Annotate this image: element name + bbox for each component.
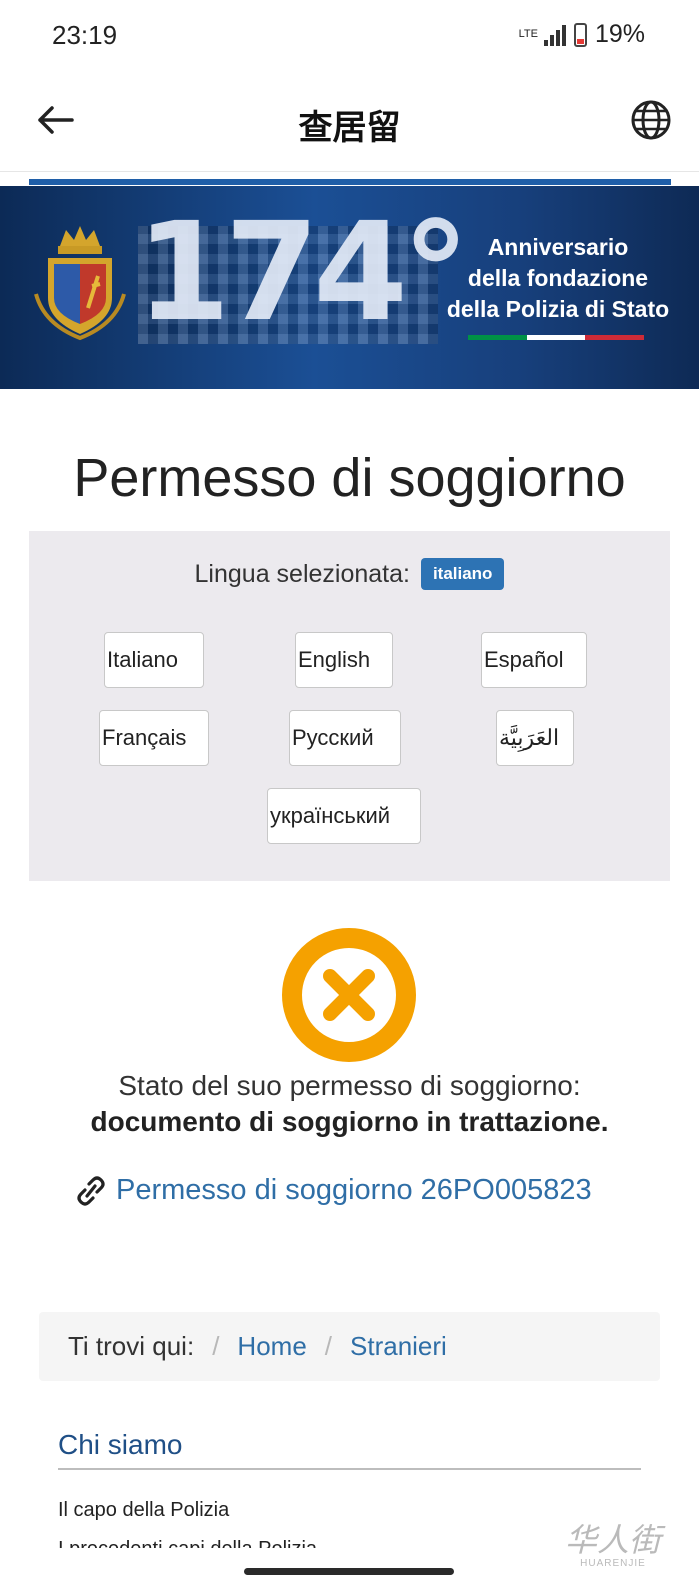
italian-flag-stripe xyxy=(468,335,645,340)
banner-line: Anniversario xyxy=(487,234,629,260)
page-title: Permesso di soggiorno xyxy=(73,448,626,508)
globe-icon[interactable] xyxy=(629,98,673,142)
banner-line: della Polizia di Stato xyxy=(446,296,670,322)
menu-item-capo-polizia[interactable]: Il capo della Polizia xyxy=(58,1499,229,1522)
home-indicator[interactable] xyxy=(244,1568,454,1575)
selected-language-label: Lingua selezionata: xyxy=(194,560,410,588)
breadcrumb-label: Ti trovi qui: xyxy=(68,1331,195,1361)
section-title-chi-siamo: Chi siamo xyxy=(58,1429,183,1460)
flag-white xyxy=(526,335,586,340)
error-x-icon xyxy=(282,928,416,1062)
status-bar: 23:19 LTE 19% xyxy=(0,0,699,70)
header-strip xyxy=(29,179,671,185)
banner-caption: Anniversario della fondazione della Poli… xyxy=(436,232,680,325)
flag-green xyxy=(468,335,527,340)
language-button-ukrainian[interactable]: український xyxy=(267,788,421,844)
language-button-francais[interactable]: Français xyxy=(99,710,209,766)
watermark-en: HUARENJIE xyxy=(580,1558,646,1569)
selected-language-badge: italiano xyxy=(420,558,505,590)
banner-line: della fondazione xyxy=(467,265,649,291)
menu-item-precedenti-capi[interactable]: I precedenti capi della Polizia xyxy=(58,1538,317,1548)
permit-link-text[interactable]: Permesso di soggiorno 26PO005823 xyxy=(116,1174,592,1207)
link-icon xyxy=(77,1175,105,1206)
language-button-arabic[interactable]: العَرَبِيَّة xyxy=(496,710,574,766)
breadcrumb-separator: / xyxy=(212,1331,220,1361)
breadcrumb-separator: / xyxy=(324,1331,333,1361)
breadcrumb: Ti trovi qui: / Home / Stranieri xyxy=(39,1312,660,1381)
watermark: 华人街 HUARENJIE xyxy=(548,1522,678,1569)
anniversary-number: 174° xyxy=(136,194,470,352)
status-time: 23:19 xyxy=(52,20,118,50)
language-button-english[interactable]: English xyxy=(295,632,393,688)
anniversary-banner: 174° Anniversario della fondazione della… xyxy=(0,186,699,389)
network-type: LTE xyxy=(518,28,538,40)
language-button-russian[interactable]: Русский xyxy=(289,710,401,766)
police-crest-icon xyxy=(34,226,126,341)
section-divider xyxy=(58,1468,641,1470)
breadcrumb-home[interactable]: Home xyxy=(237,1331,306,1362)
flag-red xyxy=(585,335,645,340)
app-title: 查居留 xyxy=(298,109,401,147)
language-button-espanol[interactable]: Español xyxy=(481,632,587,688)
permit-status-value: documento di soggiorno in trattazione. xyxy=(90,1106,609,1137)
watermark-cn: 华人街 xyxy=(564,1521,661,1559)
status-indicators: LTE 19% xyxy=(519,20,645,49)
app-bar: 查居留 xyxy=(0,70,699,172)
permit-status-label: Stato del suo permesso di soggiorno: xyxy=(118,1070,581,1101)
selected-language: Lingua selezionata: italiano xyxy=(29,558,670,590)
permit-link[interactable]: Permesso di soggiorno 26PO005823 xyxy=(76,1174,592,1207)
battery-level: 19% xyxy=(594,20,645,48)
battery-icon xyxy=(573,22,587,47)
language-panel: Lingua selezionata: italiano Italiano En… xyxy=(29,531,670,881)
signal-icon xyxy=(543,24,566,46)
menu-item-clip: I precedenti capi della Polizia xyxy=(58,1538,458,1548)
language-button-italiano[interactable]: Italiano xyxy=(104,632,204,688)
breadcrumb-stranieri[interactable]: Stranieri xyxy=(350,1331,447,1362)
